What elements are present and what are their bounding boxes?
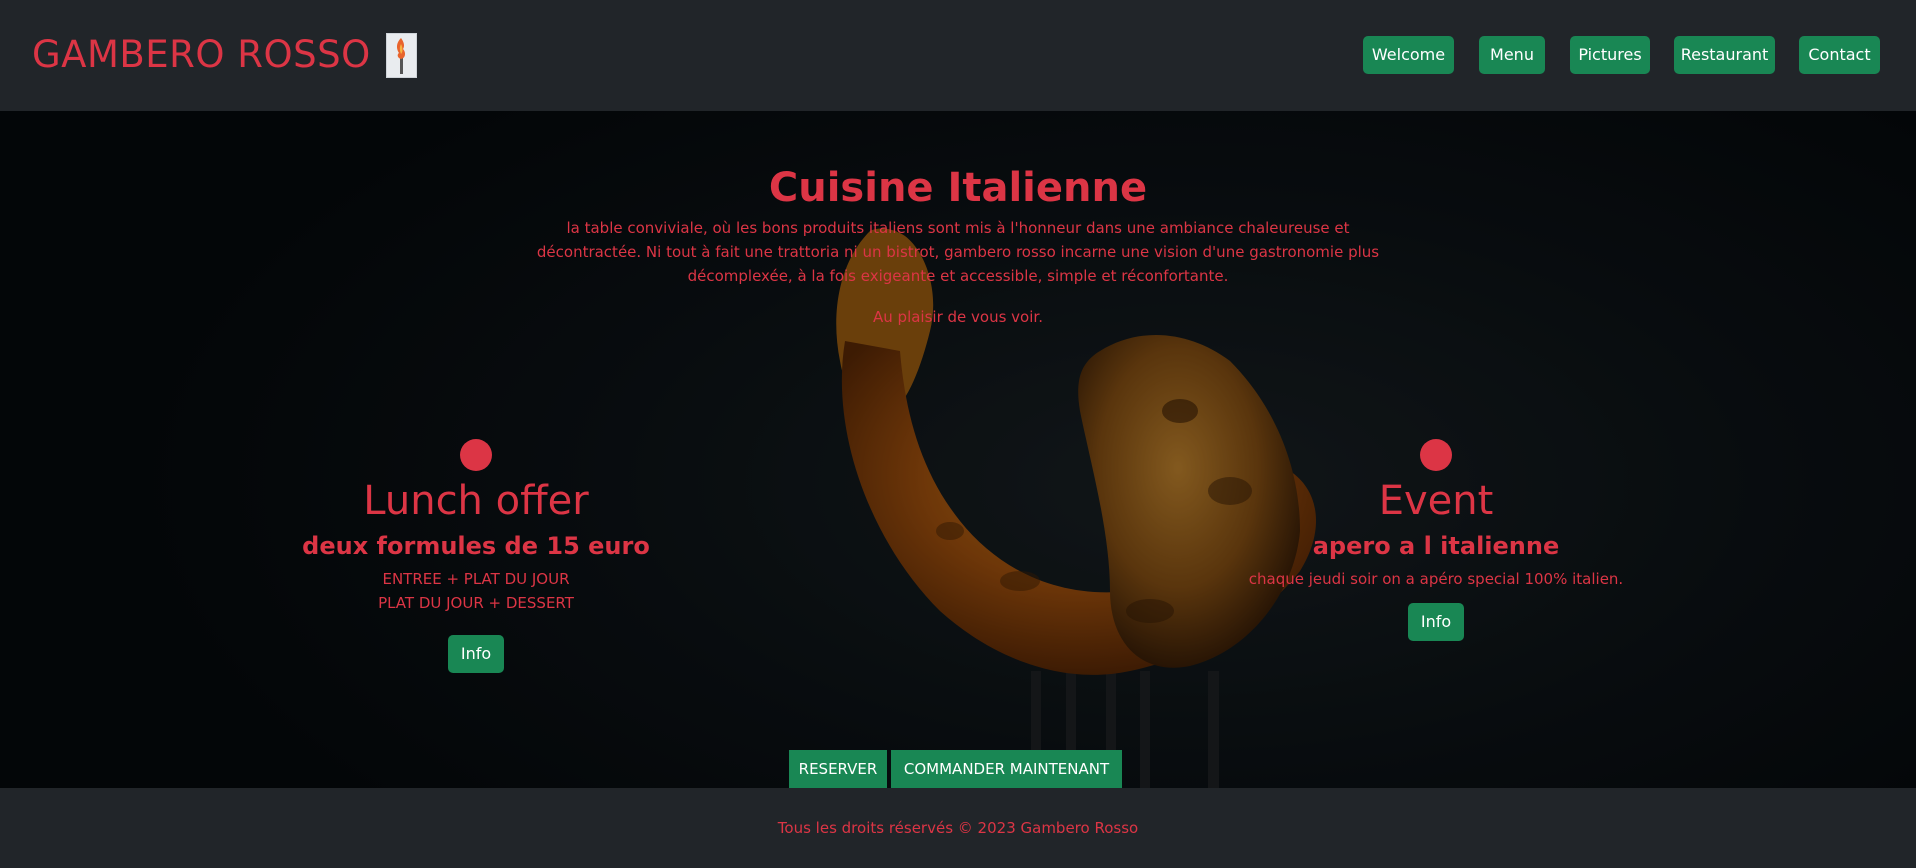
reserve-button[interactable]: RESERVER [789, 750, 887, 788]
nav-welcome-button[interactable]: Welcome [1363, 36, 1454, 74]
lunch-offer-lines: ENTREE + PLAT DU JOUR PLAT DU JOUR + DES… [196, 567, 756, 615]
event-title: Event [1378, 478, 1494, 524]
navbar: GAMBERO ROSSO Welcome Menu Pictures Rest… [0, 0, 1916, 111]
lunch-dot-icon [460, 439, 492, 471]
event-info-button[interactable]: Info [1407, 603, 1465, 641]
event-text: chaque jeudi soir on a apéro special 100… [1248, 570, 1624, 588]
lunch-offer-title: Lunch offer [363, 478, 589, 524]
hero-closing-text: Au plaisir de vous voir. [873, 308, 1043, 326]
lunch-offer-card: Lunch offer deux formules de 15 euro ENT… [196, 439, 756, 673]
event-subtitle: apero a l italienne [1312, 532, 1560, 560]
order-now-button[interactable]: COMMANDER MAINTENANT [891, 750, 1122, 788]
lunch-line-1: ENTREE + PLAT DU JOUR [382, 570, 570, 588]
footer: Tous les droits réservés © 2023 Gambero … [0, 788, 1916, 868]
lunch-info-button[interactable]: Info [447, 635, 505, 673]
nav-contact-button[interactable]: Contact [1799, 36, 1880, 74]
hero-section: Cuisine Italienne la table conviviale, o… [0, 111, 1916, 788]
nav-restaurant-button[interactable]: Restaurant [1674, 36, 1775, 74]
event-card: Event apero a l italienne chaque jeudi s… [1156, 439, 1716, 641]
nav-pictures-button[interactable]: Pictures [1570, 36, 1650, 74]
hero-intro-text: la table conviviale, où les bons produit… [536, 219, 1380, 285]
event-dot-icon [1420, 439, 1452, 471]
brand-title[interactable]: GAMBERO ROSSO [32, 31, 371, 79]
brand-logo-icon[interactable] [386, 33, 417, 78]
lunch-offer-subtitle: deux formules de 15 euro [302, 532, 650, 560]
nav-menu-button[interactable]: Menu [1479, 36, 1545, 74]
hero-title: Cuisine Italienne [768, 165, 1148, 211]
lunch-line-2: PLAT DU JOUR + DESSERT [378, 594, 574, 612]
footer-copyright: Tous les droits réservés © 2023 Gambero … [777, 819, 1139, 837]
